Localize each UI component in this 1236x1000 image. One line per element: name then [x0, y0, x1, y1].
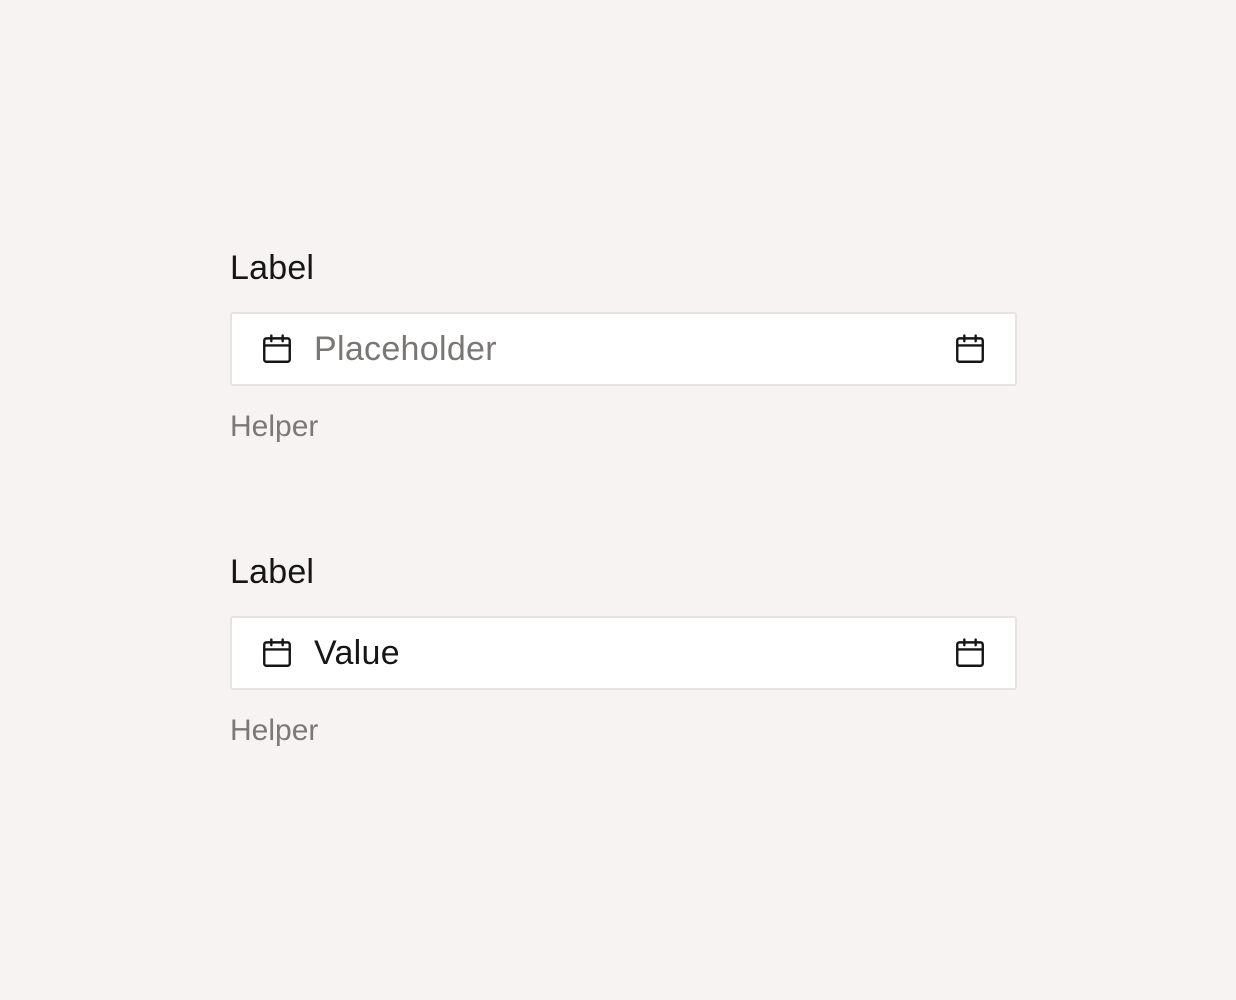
calendar-icon — [260, 636, 294, 670]
date-input-container[interactable] — [230, 616, 1017, 690]
helper-text: Helper — [230, 714, 319, 747]
calendar-icon — [260, 332, 294, 366]
date-input[interactable] — [314, 618, 943, 688]
date-input[interactable] — [314, 314, 943, 384]
date-field-empty: Label Helper — [230, 246, 1017, 446]
date-field-filled: Label Helper — [230, 550, 1017, 750]
helper-text: Helper — [230, 410, 319, 443]
field-label: Label — [230, 249, 315, 287]
calendar-picker-icon[interactable] — [953, 636, 987, 670]
field-label: Label — [230, 553, 315, 591]
calendar-picker-icon[interactable] — [953, 332, 987, 366]
date-input-container[interactable] — [230, 312, 1017, 386]
